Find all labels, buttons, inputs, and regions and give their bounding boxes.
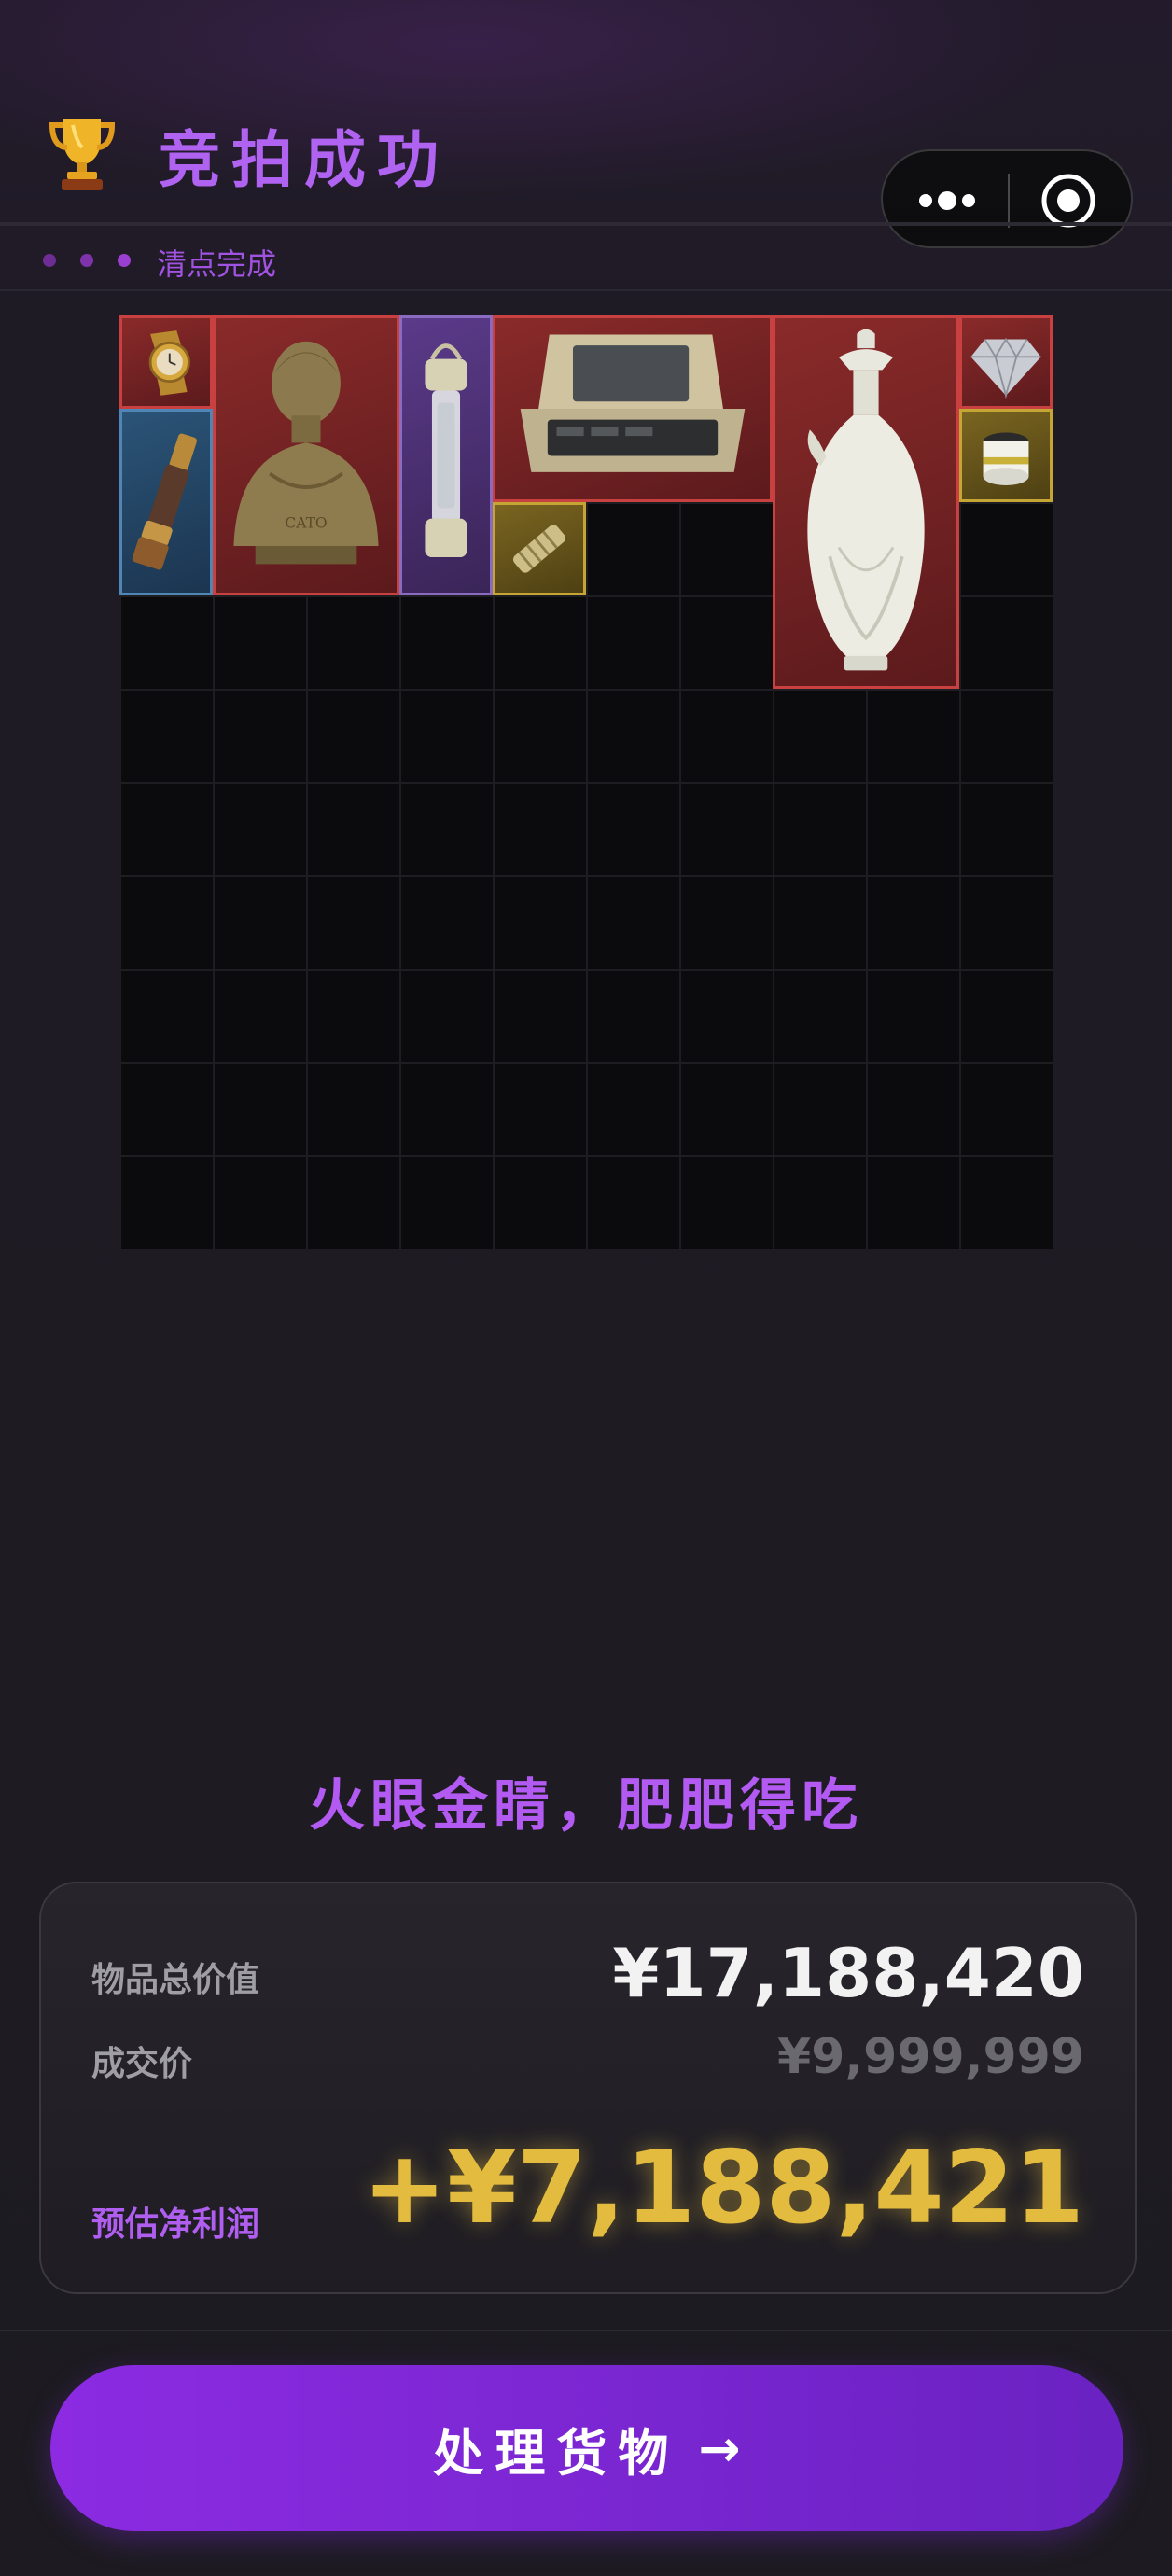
capsule-separator	[1008, 174, 1010, 228]
total-value: ¥17,188,420	[612, 1934, 1084, 2012]
item-porcelain-vase[interactable]	[773, 315, 959, 689]
telescope-icon	[132, 433, 197, 570]
trophy-icon	[49, 119, 116, 190]
item-diamond[interactable]	[959, 315, 1053, 409]
auction-result-screen: 竞拍成功 清点完成 CATO 火眼金睛，肥肥得吃 物品总价值 ¥17,188,4…	[0, 0, 1172, 2576]
header-divider	[0, 222, 1172, 226]
target-circle-icon[interactable]	[1039, 172, 1097, 230]
status-dot	[80, 254, 93, 267]
item-filter-canister[interactable]	[959, 409, 1053, 502]
svg-text:CATO: CATO	[285, 515, 327, 532]
summary-card: 物品总价值 ¥17,188,420 成交价 ¥9,999,999 预估净利润 +…	[39, 1882, 1137, 2294]
bust-icon: CATO	[233, 341, 379, 565]
more-dots-icon[interactable]	[914, 179, 980, 222]
status-text: 清点完成	[157, 246, 277, 282]
status-dot	[118, 254, 131, 267]
item-telescope[interactable]	[119, 409, 213, 595]
status-dot	[43, 254, 56, 267]
total-value-label: 物品总价值	[91, 1961, 260, 1999]
item-laptop-case[interactable]	[493, 315, 773, 502]
laptop-case-icon	[520, 334, 746, 472]
slogan: 火眼金睛，肥肥得吃	[309, 1773, 863, 1839]
footer-divider	[0, 2330, 1172, 2331]
lantern-icon	[425, 343, 467, 558]
diamond-icon	[970, 337, 1041, 399]
watch-icon	[148, 330, 190, 396]
process-goods-button[interactable]: 处理货物 →	[50, 2365, 1123, 2531]
deal-price-value: ¥9,999,999	[777, 2029, 1084, 2085]
arrow-right-icon: →	[698, 2418, 741, 2478]
vase-icon	[807, 329, 925, 671]
item-gold-watch[interactable]	[119, 315, 213, 409]
item-cable-roll[interactable]	[493, 502, 586, 595]
deal-price-label: 成交价	[91, 2045, 193, 2083]
item-lantern[interactable]	[399, 315, 493, 595]
status-row: 清点完成	[0, 230, 1172, 289]
status-divider	[0, 289, 1172, 291]
canister-icon	[983, 432, 1029, 485]
cable-roll-icon	[513, 525, 565, 573]
header: 竞拍成功	[0, 0, 1172, 248]
profit-label: 预估净利润	[91, 2205, 260, 2244]
process-goods-label: 处理货物	[433, 2423, 680, 2483]
profit-value: +¥7,188,421	[362, 2130, 1084, 2247]
page-title: 竞拍成功	[159, 124, 450, 196]
inventory-grid: CATO	[119, 315, 1053, 1249]
item-bronze-bust[interactable]: CATO	[213, 315, 399, 595]
